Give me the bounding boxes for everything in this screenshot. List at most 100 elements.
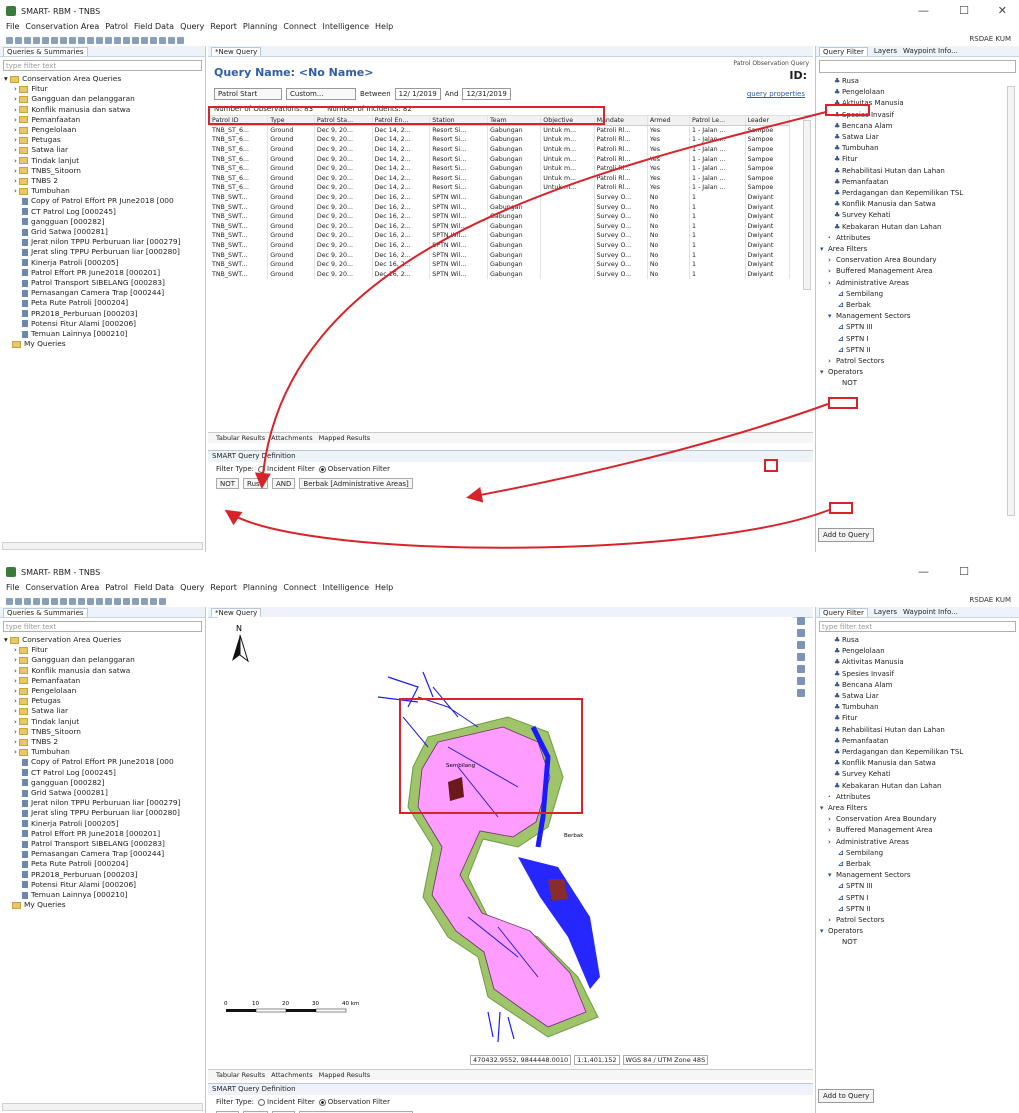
menu-field-data[interactable]: Field Data [134,583,174,595]
column-header[interactable]: Leader [745,116,791,127]
tree-folder[interactable]: › Fitur [0,645,205,655]
tab-query-filter[interactable]: Query Filter [819,46,868,56]
query-item[interactable]: PR2018_Perburuan [000203] [0,870,205,880]
horizontal-scrollbar[interactable] [2,1103,203,1111]
menu-report[interactable]: Report [210,22,237,34]
query-item[interactable]: PR2018_Perburuan [000203] [0,309,205,319]
scale-readout[interactable]: 1:1,401,152 [574,1055,620,1065]
table-row[interactable]: TNB_ST_6... Ground Dec 9, 20... Dec 14, 2..… [210,135,791,145]
filter-attributes[interactable]: · Attributes [820,792,1019,803]
column-header[interactable]: Patrol Sta... [314,116,373,127]
query-item[interactable]: gangguan [000282] [0,217,205,227]
tab-mapped-results[interactable]: Mapped Results [319,1071,371,1079]
tree-folder[interactable]: › TNBS_Sitoorn [0,727,205,737]
observation-filter-radio[interactable]: Observation Filter [318,465,390,473]
table-row[interactable]: TNB_SWT... Ground Dec 9, 20... Dec 16, 2...… [210,192,791,203]
perspective-label[interactable]: RSDAE KUM [969,596,1011,604]
filter-sector[interactable]: ⊿ SPTN III [820,881,1019,892]
query-item[interactable]: Copy of Patrol Effort PR June2018 [000 [0,757,205,767]
query-item[interactable]: Jerat sling TPPU Perburuan liar [000280] [0,808,205,818]
perspective-label[interactable]: RSDAE KUM [969,35,1011,43]
tab-layers[interactable]: Layers [874,608,897,616]
query-item[interactable]: Kinerja Patroli [000205] [0,258,205,268]
horizontal-scrollbar[interactable] [2,542,203,550]
column-header[interactable]: Type [267,116,315,127]
menu-planning[interactable]: Planning [243,22,277,34]
query-item[interactable]: Patrol Transport SIBELANG [000283] [0,839,205,849]
toolbar-button[interactable] [141,597,148,605]
term-berbak[interactable]: Berbak [Administrative Areas] [299,477,413,489]
maximize-button[interactable]: ☐ [959,565,969,578]
query-item[interactable]: Patrol Effort PR June2018 [000201] [0,268,205,278]
query-item[interactable]: Grid Satwa [000281] [0,788,205,798]
filter-sector[interactable]: ⊿ SPTN III [820,322,1019,333]
table-row[interactable]: TNB_SWT... Ground Dec 9, 20... Dec 16, 2...… [210,211,791,222]
tab-mapped-results[interactable]: Mapped Results [319,434,371,442]
toolbar-button[interactable] [51,597,58,605]
filter-area-filters[interactable]: ▾ Area Filters [820,803,1019,814]
tree-folder[interactable]: › TNBS_Sitoorn [0,166,205,176]
filter-sector[interactable]: ⊿ SPTN II [820,904,1019,915]
table-row[interactable]: TNB_ST_6... Ground Dec 9, 20... Dec 14, 2..… [210,163,791,174]
toolbar-button[interactable] [150,597,157,605]
toolbar-button[interactable] [150,36,157,44]
filter-category[interactable]: ♣ Bencana Alam [820,680,1019,691]
table-row[interactable]: TNB_ST_6... Ground Dec 9, 20... Dec 14, 2..… [210,144,791,155]
query-item[interactable]: CT Patrol Log [000245] [0,768,205,778]
column-header[interactable]: Station [429,116,488,127]
toolbar-button[interactable] [15,597,22,605]
tree-folder[interactable]: › Pengelolaan [0,125,205,135]
incident-filter-radio[interactable]: Incident Filter [258,1098,315,1106]
tree-folder[interactable]: › Tumbuhan [0,747,205,757]
tab-layers[interactable]: Layers [874,47,897,55]
menu-conservation-area[interactable]: Conservation Area [25,583,99,595]
and-operator[interactable]: AND [271,477,296,489]
query-item[interactable]: gangguan [000282] [0,778,205,788]
tab-query-filter[interactable]: Query Filter [819,607,868,617]
toolbar-button[interactable] [69,36,76,44]
menu-help[interactable]: Help [375,22,393,34]
menu-file[interactable]: File [6,22,19,34]
toolbar-button[interactable] [15,36,22,44]
toolbar-button[interactable] [42,36,49,44]
toolbar-button[interactable] [177,36,184,44]
tab-new-query[interactable]: *New Query [211,46,262,56]
toolbar-button[interactable] [6,36,13,44]
filter-area-filters[interactable]: ▾ Area Filters [820,244,1019,255]
column-header[interactable]: Objective [540,116,595,127]
toolbar-button[interactable] [141,36,148,44]
toolbar-button[interactable] [132,36,139,44]
filter-search-input[interactable]: type filter text [819,621,1016,632]
column-header[interactable]: Team [487,116,542,127]
toolbar-button[interactable] [123,36,130,44]
menu-patrol[interactable]: Patrol [105,583,128,595]
filter-category[interactable]: ♣ Rusa [820,635,1019,646]
toolbar-button[interactable] [60,597,67,605]
filter-management-sectors[interactable]: ▾ Management Sectors [820,870,1019,881]
toolbar-button[interactable] [33,597,40,605]
filter-sector[interactable]: ⊿ SPTN I [820,893,1019,904]
menu-intelligence[interactable]: Intelligence [322,22,369,34]
query-item[interactable]: Peta Rute Patroli [000204] [0,298,205,308]
filter-category[interactable]: ♣ Satwa Liar [820,691,1019,702]
tree-folder[interactable]: › Satwa liar [0,145,205,155]
add-to-query-button[interactable]: Add to Query [818,1089,875,1103]
query-item[interactable]: Jerat sling TPPU Perburuan liar [000280] [0,247,205,257]
query-item[interactable]: CT Patrol Log [000245] [0,207,205,217]
menu-help[interactable]: Help [375,583,393,595]
tab-attachments[interactable]: Attachments [271,434,313,442]
toolbar-button[interactable] [24,36,31,44]
query-filter-input[interactable]: type filter text [3,60,202,71]
toolbar-button[interactable] [78,597,85,605]
table-vertical-scrollbar[interactable] [803,120,811,290]
zoom-in-icon[interactable] [797,617,805,625]
incident-filter-radio[interactable]: Incident Filter [258,465,315,473]
menu-planning[interactable]: Planning [243,583,277,595]
toolbar-button[interactable] [87,597,94,605]
toolbar-button[interactable] [51,36,58,44]
end-date-field[interactable]: 12/31/2019 [462,88,511,100]
tree-folder[interactable]: › Tumbuhan [0,186,205,196]
toolbar-button[interactable] [114,597,121,605]
filter-category[interactable]: ♣ Konflik Manusia dan Satwa [820,199,1019,210]
tree-folder[interactable]: › Konflik manusia dan satwa [0,666,205,676]
